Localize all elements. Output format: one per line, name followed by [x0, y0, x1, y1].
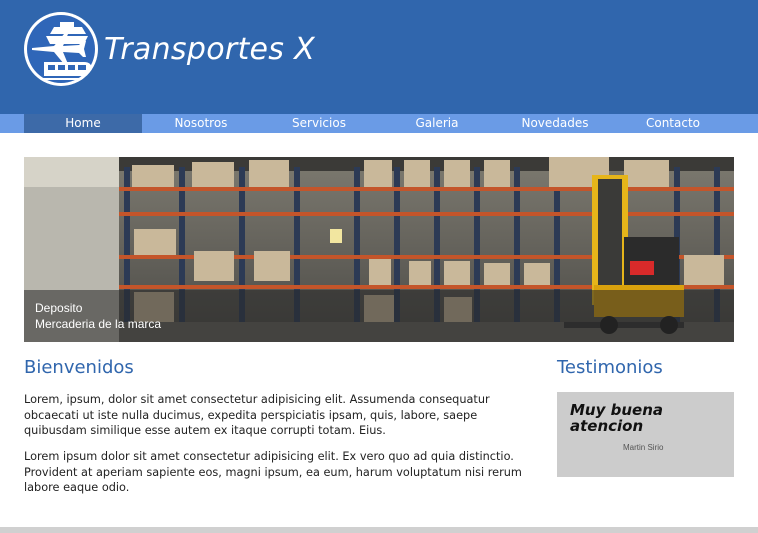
site-header: Transportes X — [0, 0, 758, 114]
nav-item-novedades[interactable]: Novedades — [496, 114, 614, 133]
testimonial-card: Muy buena atencion Martin Sirio — [557, 392, 734, 477]
testimonial-author: Martin Sirio — [623, 443, 664, 452]
testimonials-title: Testimonios — [557, 357, 663, 378]
banner-caption-title: Deposito — [35, 301, 83, 315]
welcome-title: Bienvenidos — [24, 357, 134, 378]
testimonial-quote: Muy buena atencion — [570, 401, 663, 435]
nav-item-servicios[interactable]: Servicios — [260, 114, 378, 133]
nav-item-contacto[interactable]: Contacto — [614, 114, 732, 133]
footer-divider — [0, 527, 758, 533]
site-title: Transportes X — [104, 32, 315, 67]
welcome-paragraph-1: Lorem, ipsum, dolor sit amet consectetur… — [24, 393, 490, 437]
nav-item-home[interactable]: Home — [24, 114, 142, 133]
main-nav: Home Nosotros Servicios Galeria Novedade… — [0, 114, 758, 133]
nav-item-galeria[interactable]: Galeria — [378, 114, 496, 133]
hero-banner: Deposito Mercaderia de la marca — [24, 157, 734, 342]
banner-caption-overlay — [24, 290, 734, 342]
logo-icon[interactable] — [24, 12, 98, 86]
banner-caption-subtitle: Mercaderia de la marca — [35, 317, 162, 331]
nav-item-nosotros[interactable]: Nosotros — [142, 114, 260, 133]
welcome-paragraph-2: Lorem ipsum dolor sit amet consectetur a… — [24, 450, 522, 494]
